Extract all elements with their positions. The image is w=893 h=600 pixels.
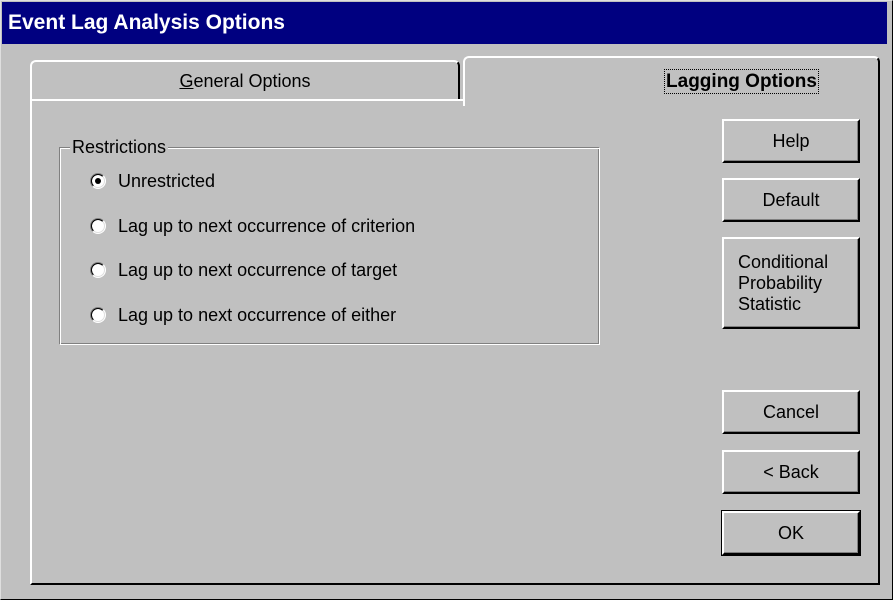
radio-unrestricted[interactable]: Unrestricted bbox=[90, 168, 215, 194]
radio-button[interactable] bbox=[90, 307, 106, 323]
tab-general-options[interactable]: General Options bbox=[30, 60, 460, 100]
restrictions-legend: Restrictions bbox=[70, 136, 169, 158]
tab-lagging-label: Lagging Options bbox=[664, 69, 819, 94]
radio-label: Lag up to next occurrence of target bbox=[118, 259, 398, 280]
conditional-probability-statistic-button[interactable]: Conditional Probability Statistic bbox=[722, 237, 860, 329]
tab-lagging-options[interactable]: Lagging Options bbox=[463, 56, 880, 106]
tab-general-access-key: G bbox=[179, 71, 194, 91]
radio-label: Lag up to next occurrence of criterion bbox=[118, 215, 416, 236]
radio-lag-target[interactable]: Lag up to next occurrence of target bbox=[90, 257, 397, 283]
title-bar: Event Lag Analysis Options bbox=[2, 2, 887, 44]
radio-label: Lag up to next occurrence of either bbox=[118, 304, 397, 325]
radio-button[interactable] bbox=[90, 262, 106, 278]
radio-lag-either[interactable]: Lag up to next occurrence of either bbox=[90, 302, 396, 328]
back-button[interactable]: < Back bbox=[722, 450, 860, 494]
radio-label: Unrestricted bbox=[118, 170, 216, 191]
cancel-button[interactable]: Cancel bbox=[722, 390, 860, 434]
default-button[interactable]: Default bbox=[722, 178, 860, 222]
tab-general-label: eneral Options bbox=[193, 71, 311, 91]
radio-lag-criterion[interactable]: Lag up to next occurrence of criterion bbox=[90, 213, 415, 239]
help-button[interactable]: Help bbox=[722, 119, 860, 163]
radio-button[interactable] bbox=[90, 218, 106, 234]
radio-button-checked[interactable] bbox=[90, 173, 106, 189]
ok-button[interactable]: OK bbox=[721, 510, 861, 556]
